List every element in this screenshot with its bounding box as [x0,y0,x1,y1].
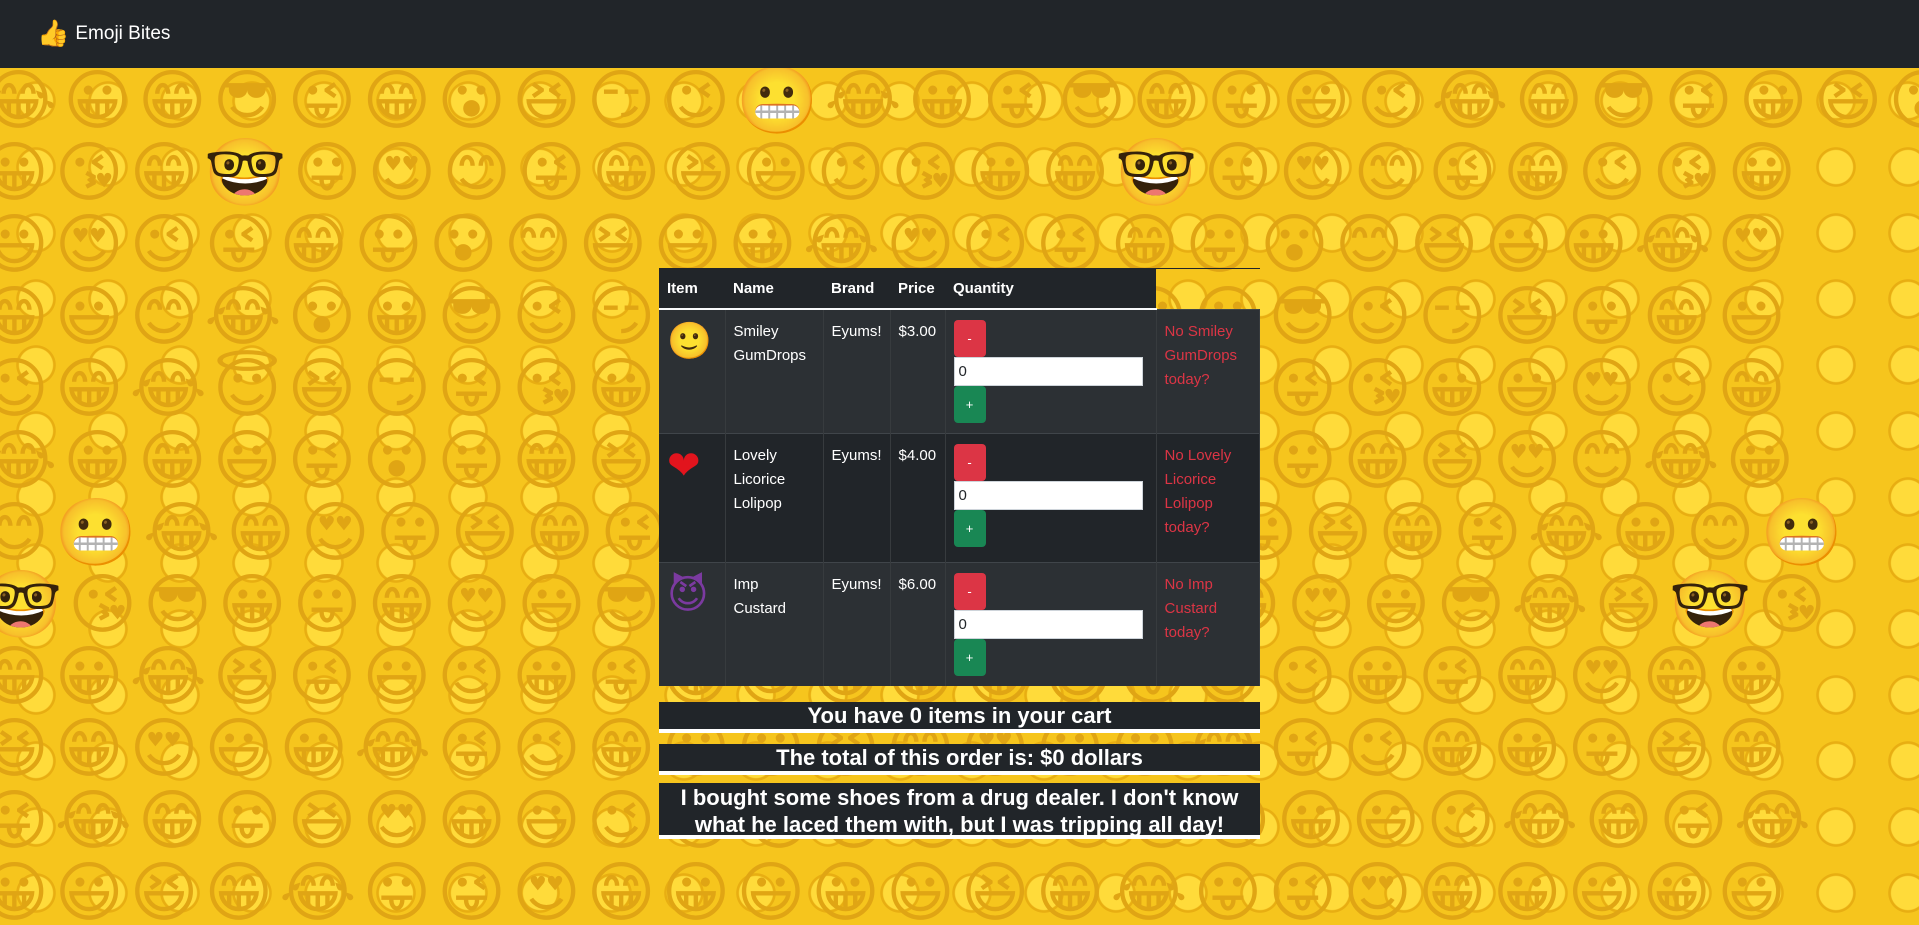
header-quantity: Quantity [945,268,1157,310]
product-brand: Eyums! [823,433,891,563]
product-brand: Eyums! [823,562,891,686]
status-message: No Imp Custard today? [1156,562,1261,686]
product-brand: Eyums! [823,308,891,434]
product-name: Imp Custard [725,562,824,686]
decrease-quantity-button[interactable]: - [953,573,986,610]
status-message: No Lovely Licorice Lolipop today? [1156,433,1261,563]
header-brand: Brand [823,268,891,310]
header-name: Name [725,268,823,310]
increase-quantity-button[interactable]: + [953,510,986,547]
quantity-input[interactable] [953,481,1143,510]
table-row: ❤ Lovely Licorice Lolipop Eyums! $4.00 -… [659,433,1261,563]
brand-link[interactable]: 👍 Emoji Bites [37,19,170,49]
product-price: $4.00 [890,433,946,563]
header-status [1156,268,1260,309]
item-cell: 😈 [659,562,726,686]
background-decoration: 😀😃😆😁😂😛😜😍😁😀😃😀😃😆😁😂😛😜😍😁😀😃😀😃 [0,854,1792,925]
smiley-emoji-icon: 🙂 [667,321,712,362]
quantity-input[interactable] [953,610,1143,639]
item-cell: ❤ [659,433,726,563]
quantity-cell: - + [945,308,1157,434]
joke-banner: I bought some shoes from a drug dealer. … [659,783,1260,839]
navbar: 👍 Emoji Bites [0,0,1919,68]
heart-emoji-icon: ❤ [667,443,701,489]
table-row: 🙂 Smiley GumDrops Eyums! $3.00 - + No Sm… [659,308,1261,434]
cart-count-banner: You have 0 items in your cart [659,702,1260,733]
product-name: Smiley GumDrops [725,308,824,434]
quantity-cell: - + [945,433,1157,563]
quantity-cell: - + [945,562,1157,686]
decrease-quantity-button[interactable]: - [953,444,986,481]
header-item: Item [659,268,725,310]
imp-emoji-icon: 😈 [667,572,709,618]
order-total-banner: The total of this order is: $0 dollars [659,744,1260,775]
products-table: Item Name Brand Price Quantity 🙂 Smiley … [659,268,1261,686]
cart-section: Item Name Brand Price Quantity 🙂 Smiley … [659,268,1261,839]
product-name: Lovely Licorice Lolipop [725,433,824,563]
product-price: $3.00 [890,308,946,434]
item-cell: 🙂 [659,308,726,434]
increase-quantity-button[interactable]: + [953,386,986,423]
background-decoration: 😀😘😁🤓😛😍😊😜😁😆😃😉😘😀😁🤓😛😍😊😜😁😉😘😀 [0,134,1803,211]
product-price: $6.00 [890,562,946,686]
thumbs-up-icon: 👍 [37,19,70,49]
status-message: No Smiley GumDrops today? [1156,308,1261,434]
table-row: 😈 Imp Custard Eyums! $6.00 - + No Imp Cu… [659,562,1261,686]
quantity-input[interactable] [953,357,1143,386]
header-price: Price [890,268,946,310]
background-decoration: 😂😀😁😎😜😁😮😆😏😉😬😂😀😜😎😁😛😃😉😂😁😎😜😀😆😮 [0,68,1919,139]
brand-label: Emoji Bites [75,23,171,44]
table-header-row: Item Name Brand Price Quantity [659,268,1260,310]
increase-quantity-button[interactable]: + [953,639,986,676]
decrease-quantity-button[interactable]: - [953,320,986,357]
